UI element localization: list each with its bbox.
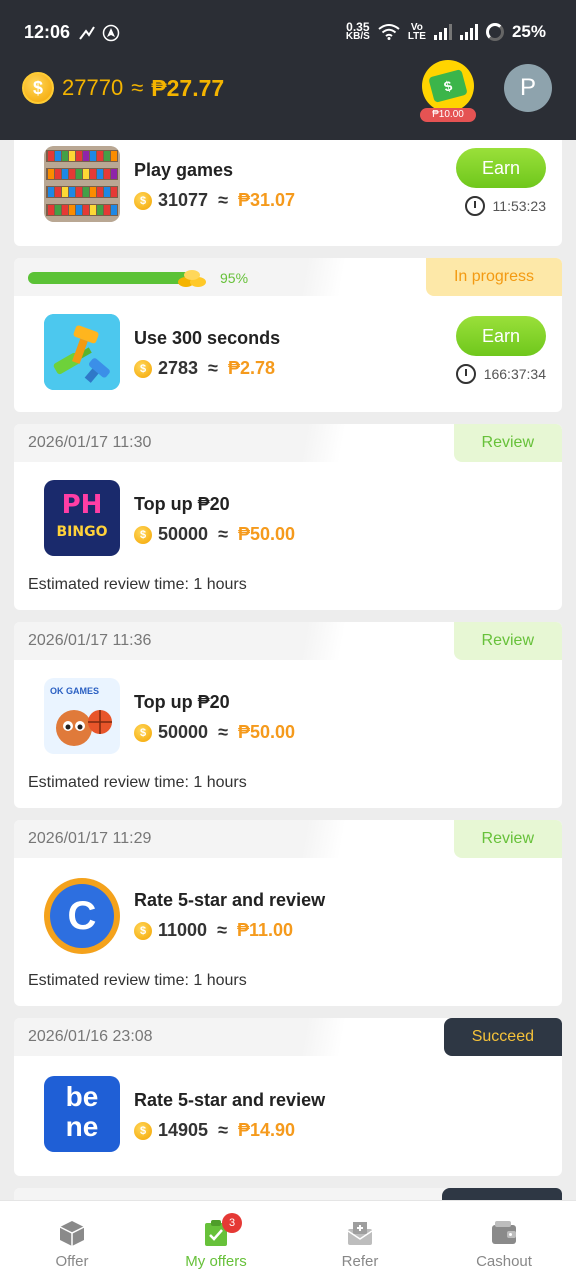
nav-offer[interactable]: Offer (0, 1201, 144, 1280)
coin-icon: $ (134, 191, 152, 210)
signal-bars-icon (433, 24, 452, 40)
coin-icon: $ (134, 723, 152, 742)
earn-button[interactable]: Earn (456, 148, 546, 188)
app-header: 12:06 0.35 KB/S Vo LTE 25% $ 27770 ≈ ₱27… (0, 0, 576, 140)
offer-card-review[interactable]: 2026/01/17 11:36 Review OK GAMES Top up … (14, 622, 562, 808)
app-icon-bene: be ne (44, 1076, 120, 1152)
network-speed: 0.35 KB/S (345, 20, 370, 42)
navigation-icon (102, 24, 120, 42)
wifi-icon (378, 24, 400, 40)
task-reward: $ 2783 ≈ ₱2.78 (134, 358, 275, 379)
nav-refer[interactable]: Refer (288, 1201, 432, 1280)
gift-envelope-icon (347, 1222, 373, 1245)
battery-percent: 25% (511, 22, 546, 41)
estimated-review-time: Estimated review time: 1 hours (28, 576, 247, 593)
notification-badge: 3 (222, 1213, 242, 1233)
avatar[interactable]: P (504, 64, 552, 112)
coin-pile-icon (178, 270, 206, 287)
task-reward: $ 14905 ≈ ₱14.90 (134, 1120, 295, 1141)
status-badge: Review (453, 424, 562, 462)
task-title: Use 300 seconds (134, 328, 281, 348)
app-icon-screws (44, 314, 120, 390)
vending-shelves-icon (44, 146, 120, 222)
coin-icon: $ (22, 72, 54, 104)
status-badge: Review (453, 820, 562, 858)
estimated-review-time: Estimated review time: 1 hours (28, 972, 247, 989)
coin-balance-value: 27770 (62, 75, 124, 100)
coin-icon: $ (134, 359, 152, 378)
wallet-icon (492, 1221, 516, 1244)
task-title: Play games (134, 160, 234, 180)
task-title: Rate 5-star and review (134, 1090, 326, 1110)
coin-balance: $ 27770 ≈ ₱27.77 (22, 72, 224, 104)
cash-reward-label: ₱10.00 (420, 108, 476, 122)
task-title: Top up ₱20 (134, 494, 230, 514)
task-reward: $ 50000 ≈ ₱50.00 (134, 722, 295, 743)
app-icon-phbingo: PH BINGO (44, 480, 120, 556)
app-icon-vending (44, 146, 120, 222)
status-badge: Succeed (443, 1018, 562, 1056)
offer-card-use-seconds[interactable]: 95% In progress Use 300 seconds $ 2783 ≈… (14, 258, 562, 412)
offer-card-review[interactable]: 2026/01/17 11:30 Review PH BINGO Top up … (14, 424, 562, 610)
progress-percent: 95% (220, 270, 249, 286)
offer-date: 2026/01/17 11:30 (28, 434, 152, 451)
progress-fill (28, 272, 190, 284)
coin-icon: $ (134, 921, 152, 940)
alarm-clock-icon (455, 364, 476, 384)
estimated-review-time: Estimated review time: 1 hours (28, 774, 247, 791)
status-badge: Review (453, 622, 562, 660)
task-reward: $ 31077 ≈ ₱31.07 (134, 190, 295, 211)
cash-reward-button[interactable]: $ ₱10.00 (420, 60, 476, 122)
battery-icon (485, 23, 504, 41)
signal-activity-icon (79, 26, 95, 40)
nav-cashout[interactable]: Cashout (432, 1201, 576, 1280)
peso-balance-value: ₱27.77 (151, 74, 225, 101)
box-icon (59, 1221, 85, 1246)
countdown-timer: 11:53:23 (464, 196, 546, 216)
task-reward: $ 11000 ≈ ₱11.00 (134, 920, 293, 941)
status-badge: In progress (425, 258, 562, 296)
task-reward: $ 50000 ≈ ₱50.00 (134, 524, 295, 545)
offer-date: 2026/01/17 11:29 (28, 830, 152, 847)
bottom-navigation: Offer My offers 3 Refer Cashout (0, 1200, 576, 1280)
coin-icon: $ (134, 1121, 152, 1140)
status-bar: 12:06 0.35 KB/S Vo LTE 25% (0, 0, 576, 66)
screws-icon (44, 314, 120, 390)
coin-icon: $ (134, 525, 152, 544)
alarm-clock-icon (464, 196, 485, 216)
task-title: Rate 5-star and review (134, 890, 326, 910)
app-icon-c-coin: C (44, 878, 120, 954)
app-icon-okgames: OK GAMES (44, 678, 120, 754)
volte-indicator: Vo LTE (407, 22, 426, 42)
status-time: 12:06 (24, 22, 71, 42)
offer-card-review[interactable]: 2026/01/17 11:29 Review C Rate 5-star an… (14, 820, 562, 1006)
countdown-timer: 166:37:34 (455, 364, 546, 384)
squirrel-mascot-icon (56, 710, 112, 746)
task-title: Top up ₱20 (134, 692, 230, 712)
cash-icon: $ (428, 69, 468, 103)
progress-bar (28, 272, 198, 284)
signal-bars-icon-2 (459, 24, 478, 40)
nav-my-offers[interactable]: My offers 3 (144, 1201, 288, 1280)
earn-button[interactable]: Earn (456, 316, 546, 356)
app-screen: 12:06 0.35 KB/S Vo LTE 25% $ 27770 ≈ ₱27… (0, 0, 576, 1280)
offer-date: 2026/01/16 23:08 (28, 1028, 153, 1045)
offer-date: 2026/01/17 11:36 (28, 632, 152, 649)
offer-card-succeed[interactable]: 2026/01/16 23:08 Succeed be ne Rate 5-st… (14, 1018, 562, 1176)
